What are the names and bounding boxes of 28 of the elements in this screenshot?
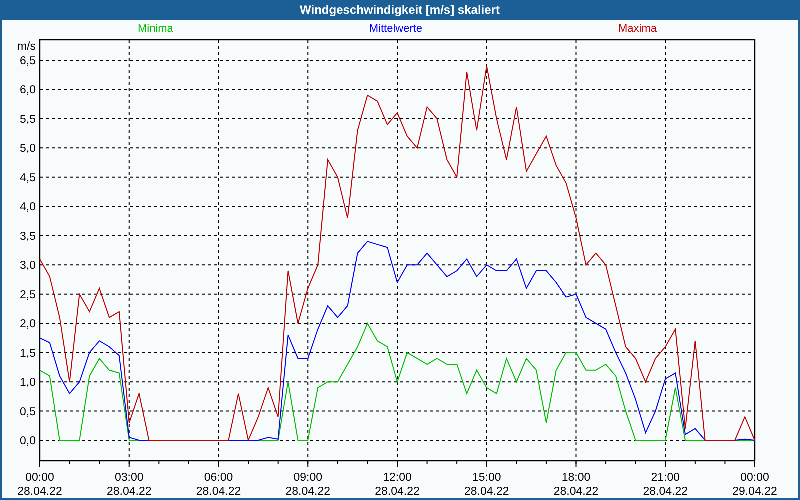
y-tick-label: 5,0 <box>20 143 36 156</box>
y-tick-label: 1,0 <box>20 377 36 390</box>
window-title: Windgeschwindigkeit [m/s] skaliert <box>2 0 798 20</box>
y-tick-label: 4,0 <box>20 202 36 214</box>
y-tick-label: 6,0 <box>20 84 36 97</box>
x-tick-label: 09:00 28.04.22 <box>286 472 330 498</box>
legend-label: Minima <box>138 23 174 35</box>
y-tick-label: 1,5 <box>20 348 36 360</box>
x-tick-label: 00:00 28.04.22 <box>18 472 62 498</box>
x-tick-label: 18:00 28.04.22 <box>554 472 599 498</box>
y-tick-label: 4,5 <box>20 172 36 184</box>
legend-label: Mittelwerte <box>369 23 423 35</box>
y-tick-label: 0,0 <box>20 436 36 448</box>
y-axis-unit: m/s <box>17 41 36 53</box>
x-tick-label: 06:00 28.04.22 <box>196 472 242 498</box>
y-tick-label: 2,0 <box>20 318 36 331</box>
x-tick-label: 00:00 29.04.22 <box>732 472 778 498</box>
legend-label: Maxima <box>618 23 657 35</box>
y-tick-label: 0,5 <box>20 406 36 418</box>
y-tick-label: 2,5 <box>20 289 36 302</box>
x-tick-label: 21:00 28.04.22 <box>643 472 688 498</box>
x-tick-label: 15:00 28.04.22 <box>464 472 510 498</box>
x-tick-label: 03:00 28.04.22 <box>107 472 152 498</box>
y-tick-label: 5,5 <box>20 114 36 126</box>
y-tick-label: 6,5 <box>20 55 36 68</box>
y-tick-label: 3,0 <box>20 260 36 272</box>
y-tick-label: 3,5 <box>20 230 36 243</box>
x-tick-label: 12:00 28.04.22 <box>375 472 420 498</box>
